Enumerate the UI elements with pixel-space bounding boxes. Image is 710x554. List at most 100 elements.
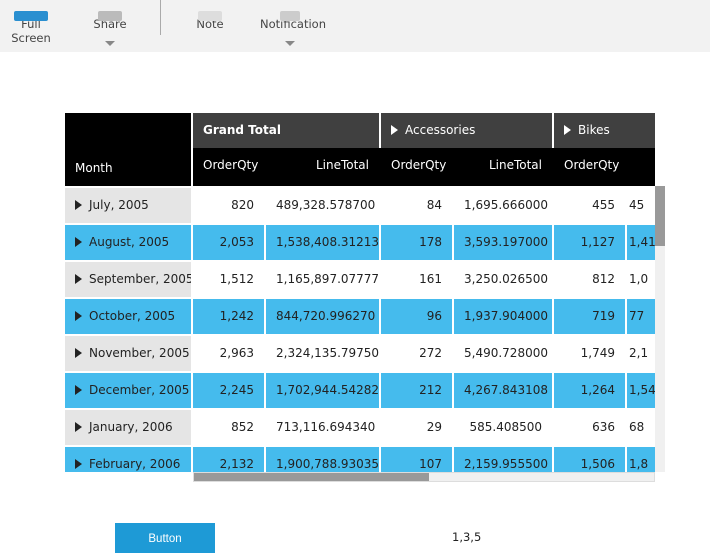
expand-icon[interactable] — [564, 125, 571, 135]
table-cell[interactable]: 5,490.728000 — [454, 336, 552, 371]
month-label: July, 2005 — [89, 198, 149, 212]
measure-header[interactable] — [627, 148, 655, 186]
table-cell[interactable]: 455 — [554, 188, 625, 223]
table-cell[interactable]: 2,1 — [627, 336, 655, 371]
month-label: December, 2005 — [89, 383, 190, 397]
notification-button[interactable]: Notification — [260, 11, 326, 31]
table-cell[interactable]: 84 — [381, 188, 452, 223]
table-cell[interactable]: 2,159.955500 — [454, 447, 552, 472]
table-cell[interactable]: 1,127 — [554, 225, 625, 260]
horizontal-scrollbar[interactable] — [193, 472, 655, 482]
table-cell[interactable]: 636 — [554, 410, 625, 445]
row-header[interactable]: January, 2006 — [65, 410, 191, 445]
share-icon — [98, 11, 122, 21]
table-cell[interactable]: 3,250.026500 — [454, 262, 552, 297]
table-cell[interactable]: 1,264 — [554, 373, 625, 408]
toolbar: Full Screen Share Note Notification — [0, 0, 710, 52]
column-group-header[interactable]: Accessories — [381, 113, 552, 148]
table-cell[interactable]: 820 — [193, 188, 264, 223]
table-cell[interactable]: 77 — [627, 299, 655, 334]
row-header-month: Month — [65, 113, 191, 186]
table-cell[interactable]: 178 — [381, 225, 452, 260]
table-cell[interactable]: 272 — [381, 336, 452, 371]
vertical-scrollbar-thumb[interactable] — [655, 186, 665, 246]
measure-header[interactable]: LineTotal — [266, 148, 379, 186]
full-screen-icon — [14, 11, 48, 21]
month-label: January, 2006 — [89, 420, 173, 434]
table-cell[interactable]: 1,937.904000 — [454, 299, 552, 334]
table-cell[interactable]: 1,506 — [554, 447, 625, 472]
share-dropdown-caret-icon[interactable] — [105, 41, 115, 46]
table-cell[interactable]: 161 — [381, 262, 452, 297]
table-cell[interactable]: 212 — [381, 373, 452, 408]
table-cell[interactable]: 1,0 — [627, 262, 655, 297]
table-cell[interactable]: 1,900,788.930358 — [266, 447, 379, 472]
table-cell[interactable]: 1,8 — [627, 447, 655, 472]
table-cell[interactable]: 1,512 — [193, 262, 264, 297]
table-cell[interactable]: 1,695.666000 — [454, 188, 552, 223]
measure-header[interactable]: LineTotal — [454, 148, 552, 186]
expand-icon[interactable] — [75, 200, 82, 210]
expand-icon[interactable] — [391, 125, 398, 135]
note-button[interactable]: Note — [194, 11, 226, 31]
row-header[interactable]: November, 2005 — [65, 336, 191, 371]
expand-icon[interactable] — [75, 459, 82, 469]
row-header-label: Month — [75, 161, 113, 175]
table-cell[interactable]: 96 — [381, 299, 452, 334]
toolbar-divider — [160, 0, 161, 35]
measure-header[interactable]: OrderQty — [381, 148, 452, 186]
row-header[interactable]: July, 2005 — [65, 188, 191, 223]
table-cell[interactable]: 2,245 — [193, 373, 264, 408]
table-cell[interactable]: 2,053 — [193, 225, 264, 260]
row-header[interactable]: December, 2005 — [65, 373, 191, 408]
row-header[interactable]: September, 2005 — [65, 262, 191, 297]
month-label: November, 2005 — [89, 346, 190, 360]
row-header[interactable]: August, 2005 — [65, 225, 191, 260]
vertical-scrollbar[interactable] — [655, 186, 665, 472]
table-cell[interactable]: 1,41 — [627, 225, 655, 260]
table-cell[interactable]: 1,702,944.542826 — [266, 373, 379, 408]
table-cell[interactable]: 2,324,135.797504 — [266, 336, 379, 371]
table-cell[interactable]: 2,963 — [193, 336, 264, 371]
horizontal-scrollbar-thumb[interactable] — [194, 473, 429, 481]
table-cell[interactable]: 844,720.996270 — [266, 299, 379, 334]
table-cell[interactable]: 1,54 — [627, 373, 655, 408]
expand-icon[interactable] — [75, 274, 82, 284]
table-cell[interactable]: 29 — [381, 410, 452, 445]
output-text: 1,3,5 — [452, 530, 482, 544]
table-cell[interactable]: 1,242 — [193, 299, 264, 334]
month-label: February, 2006 — [89, 457, 181, 471]
table-cell[interactable]: 68 — [627, 410, 655, 445]
action-button[interactable]: Button — [115, 523, 215, 553]
expand-icon[interactable] — [75, 311, 82, 321]
expand-icon[interactable] — [75, 348, 82, 358]
row-header[interactable]: February, 2006 — [65, 447, 191, 472]
expand-icon[interactable] — [75, 237, 82, 247]
table-cell[interactable]: 4,267.843108 — [454, 373, 552, 408]
measure-header[interactable]: OrderQty — [193, 148, 264, 186]
table-cell[interactable]: 2,132 — [193, 447, 264, 472]
table-cell[interactable]: 812 — [554, 262, 625, 297]
table-cell[interactable]: 719 — [554, 299, 625, 334]
share-button[interactable]: Share — [90, 11, 130, 31]
full-screen-button[interactable]: Full Screen — [4, 11, 58, 45]
column-group-header[interactable]: Bikes — [554, 113, 655, 148]
measure-header[interactable]: OrderQty — [554, 148, 625, 186]
table-cell[interactable]: 1,749 — [554, 336, 625, 371]
table-cell[interactable]: 45 — [627, 188, 655, 223]
table-cell[interactable]: 713,116.694340 — [266, 410, 379, 445]
pivot-table-body: July, 2005 820 489,328.578700 84 1,695.66600… — [65, 186, 655, 472]
table-cell[interactable]: 489,328.578700 — [266, 188, 379, 223]
notification-dropdown-caret-icon[interactable] — [285, 41, 295, 46]
expand-icon[interactable] — [75, 422, 82, 432]
column-group-header: Grand Total — [193, 113, 379, 148]
table-cell[interactable]: 585.408500 — [454, 410, 552, 445]
row-header[interactable]: October, 2005 — [65, 299, 191, 334]
table-cell[interactable]: 1,165,897.077776 — [266, 262, 379, 297]
table-cell[interactable]: 852 — [193, 410, 264, 445]
table-cell[interactable]: 3,593.197000 — [454, 225, 552, 260]
table-cell[interactable]: 1,538,408.312138 — [266, 225, 379, 260]
expand-icon[interactable] — [75, 385, 82, 395]
notification-icon — [280, 11, 300, 21]
table-cell[interactable]: 107 — [381, 447, 452, 472]
